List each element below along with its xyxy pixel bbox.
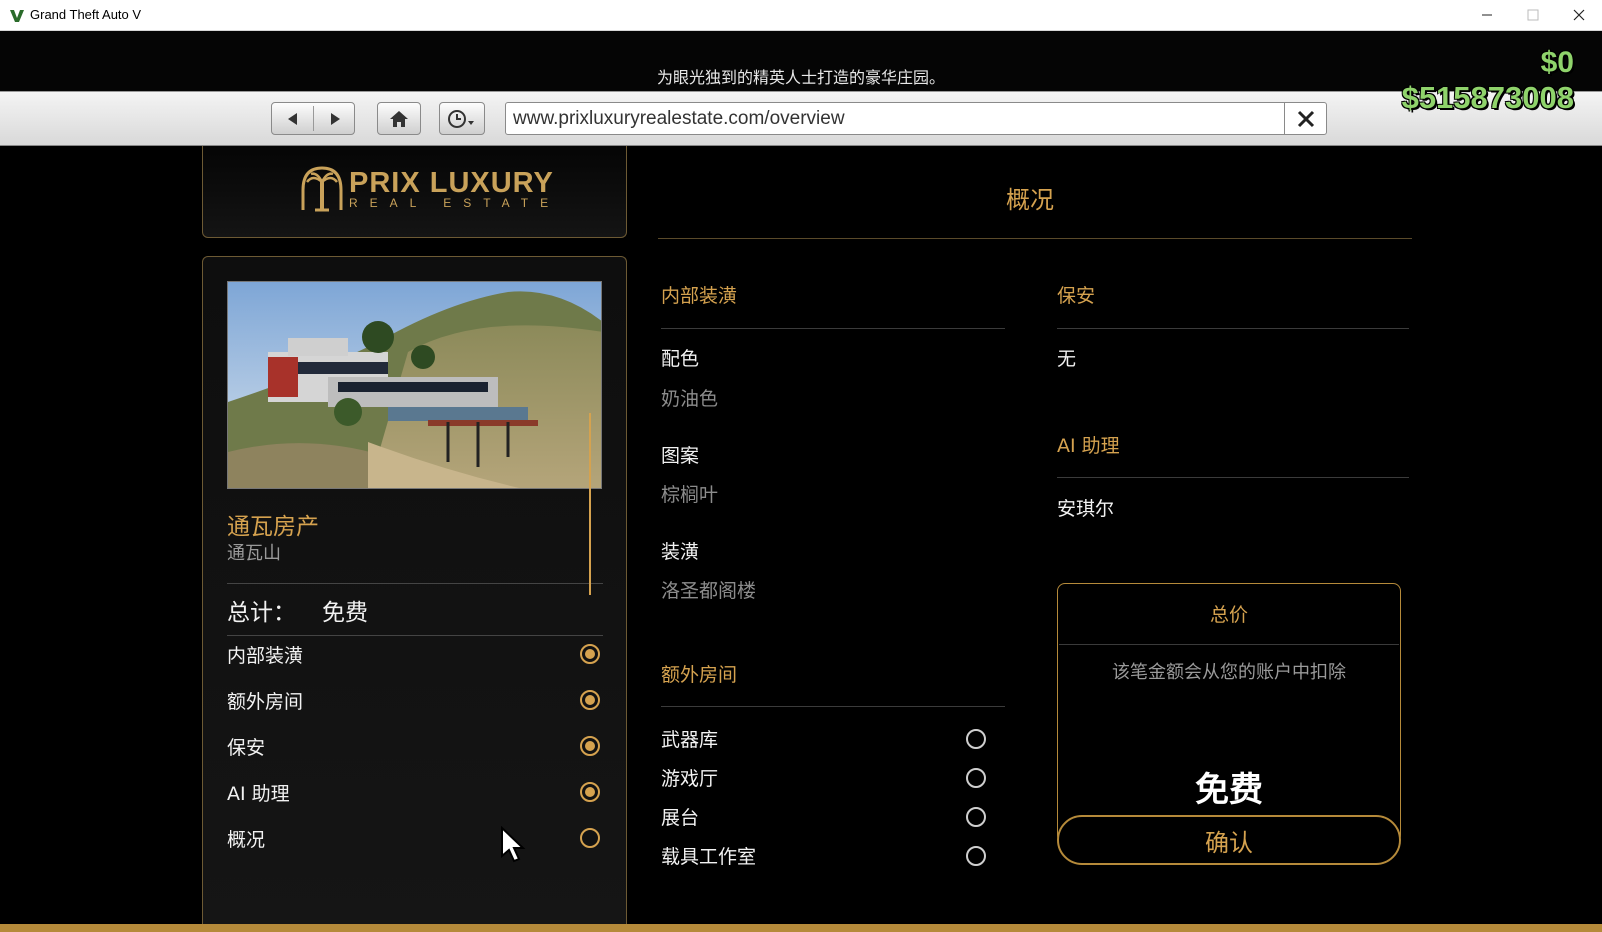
mouse-cursor-icon xyxy=(501,826,526,863)
summary-divider xyxy=(227,635,603,636)
site-tagline: 为眼光独到的精英人士打造的豪华庄园。 xyxy=(656,68,945,87)
window-titlebar: Grand Theft Auto V xyxy=(0,0,1602,31)
room-radio-armory xyxy=(966,729,986,749)
price-title: 总价 xyxy=(1209,604,1248,626)
decor-label: 装潢 xyxy=(661,541,700,563)
step-extra-rooms[interactable]: 额外房间 xyxy=(227,687,303,714)
property-name: 通瓦房产 xyxy=(227,514,319,540)
step-dot-ai-assistant[interactable] xyxy=(580,782,600,802)
total-cost: 总计： 免费 xyxy=(227,593,368,627)
logo-title: PRIX LUXURY xyxy=(349,167,554,199)
room-item: 游戏厅 xyxy=(661,768,719,790)
history-button[interactable] xyxy=(439,102,485,135)
room-item: 载具工作室 xyxy=(661,846,757,868)
extra-rooms-section-title: 额外房间 xyxy=(661,664,738,686)
interior-section-line xyxy=(661,328,1005,329)
room-item: 展台 xyxy=(661,807,700,829)
security-value: 无 xyxy=(1057,348,1077,370)
url-clear-button[interactable] xyxy=(1284,103,1326,134)
logo-panel: PRIX LUXURY REAL ESTATE xyxy=(202,146,627,238)
back-button[interactable] xyxy=(272,103,314,134)
summary-divider xyxy=(227,583,603,584)
confirm-button[interactable]: 确认 xyxy=(1057,815,1401,865)
forward-button[interactable] xyxy=(314,103,356,134)
interior-section-title: 内部装潢 xyxy=(661,285,738,307)
home-icon-wrap xyxy=(378,103,420,134)
step-dot-interior[interactable] xyxy=(580,644,600,664)
logo-subtitle: REAL ESTATE xyxy=(349,196,561,210)
maximize-icon xyxy=(1527,9,1539,21)
window-title: Grand Theft Auto V xyxy=(30,7,142,22)
address-bar[interactable]: www.prixluxuryrealestate.com/overview xyxy=(505,102,1327,135)
extra-rooms-section-line xyxy=(661,706,1005,707)
security-section-line xyxy=(1057,328,1409,329)
pattern-label: 图案 xyxy=(661,445,700,467)
step-interior[interactable]: 内部装潢 xyxy=(227,641,303,668)
total-label: 总计： xyxy=(227,600,296,626)
close-x-icon xyxy=(1297,110,1314,127)
pattern-value: 棕榈叶 xyxy=(661,484,719,506)
price-value: 免费 xyxy=(1195,770,1263,810)
step-dot-overview[interactable] xyxy=(580,828,600,848)
property-photo xyxy=(227,281,602,489)
gta-v-app-icon xyxy=(10,10,24,22)
title-underline xyxy=(658,238,1412,239)
color-label: 配色 xyxy=(661,348,700,370)
browser-navbar: www.prixluxuryrealestate.com/overview xyxy=(0,91,1602,146)
total-price-box: 总价 该笔金额会从您的账户中扣除 免费 xyxy=(1057,583,1401,843)
property-summary-panel: 通瓦房产 通瓦山 总计： 免费 内部装潢 额外房间 保安 AI 助理 概况 xyxy=(202,256,627,924)
ai-section-title: AI 助理 xyxy=(1057,435,1120,457)
home-button[interactable] xyxy=(377,102,421,135)
history-icon-wrap xyxy=(440,103,484,134)
minimize-button[interactable] xyxy=(1464,0,1510,31)
palm-tree-logo-icon xyxy=(301,166,343,212)
price-divider xyxy=(1059,644,1399,645)
history-clock-icon xyxy=(448,109,474,128)
room-radio-arcade xyxy=(966,768,986,788)
back-arrow-icon xyxy=(288,112,297,125)
home-icon xyxy=(390,110,408,127)
bank-amount: $515873008 xyxy=(1401,80,1574,115)
bottom-gold-bar xyxy=(0,924,1602,932)
step-dot-security[interactable] xyxy=(580,736,600,756)
prix-luxury-logo[interactable]: PRIX LUXURY REAL ESTATE xyxy=(299,164,560,214)
step-dot-extra-rooms[interactable] xyxy=(580,690,600,710)
page-title: 概况 xyxy=(1006,186,1054,214)
room-radio-vehicle-workshop xyxy=(966,846,986,866)
decor-value: 洛圣都阁楼 xyxy=(661,580,757,602)
total-value: 免费 xyxy=(322,600,368,626)
property-location: 通瓦山 xyxy=(227,543,281,564)
property-image xyxy=(228,282,601,488)
ai-value: 安琪尔 xyxy=(1057,498,1115,520)
back-forward-group xyxy=(271,102,355,135)
url-text[interactable]: www.prixluxuryrealestate.com/overview xyxy=(513,108,845,130)
maximize-button[interactable] xyxy=(1510,0,1556,31)
step-ai-assistant[interactable]: AI 助理 xyxy=(227,779,290,806)
close-window-button[interactable] xyxy=(1556,0,1602,31)
color-value: 奶油色 xyxy=(661,388,719,410)
step-overview[interactable]: 概况 xyxy=(227,825,265,852)
forward-arrow-icon xyxy=(331,112,340,125)
price-note: 该笔金额会从您的账户中扣除 xyxy=(1112,662,1346,683)
step-progress-line xyxy=(589,413,591,595)
close-icon xyxy=(1573,9,1585,21)
room-item: 武器库 xyxy=(661,729,719,751)
ai-section-line xyxy=(1057,477,1409,478)
security-section-title: 保安 xyxy=(1057,285,1096,307)
room-radio-showroom xyxy=(966,807,986,827)
minimize-icon xyxy=(1482,14,1492,16)
step-security[interactable]: 保安 xyxy=(227,733,265,760)
cash-amount: $0 xyxy=(1540,46,1574,79)
